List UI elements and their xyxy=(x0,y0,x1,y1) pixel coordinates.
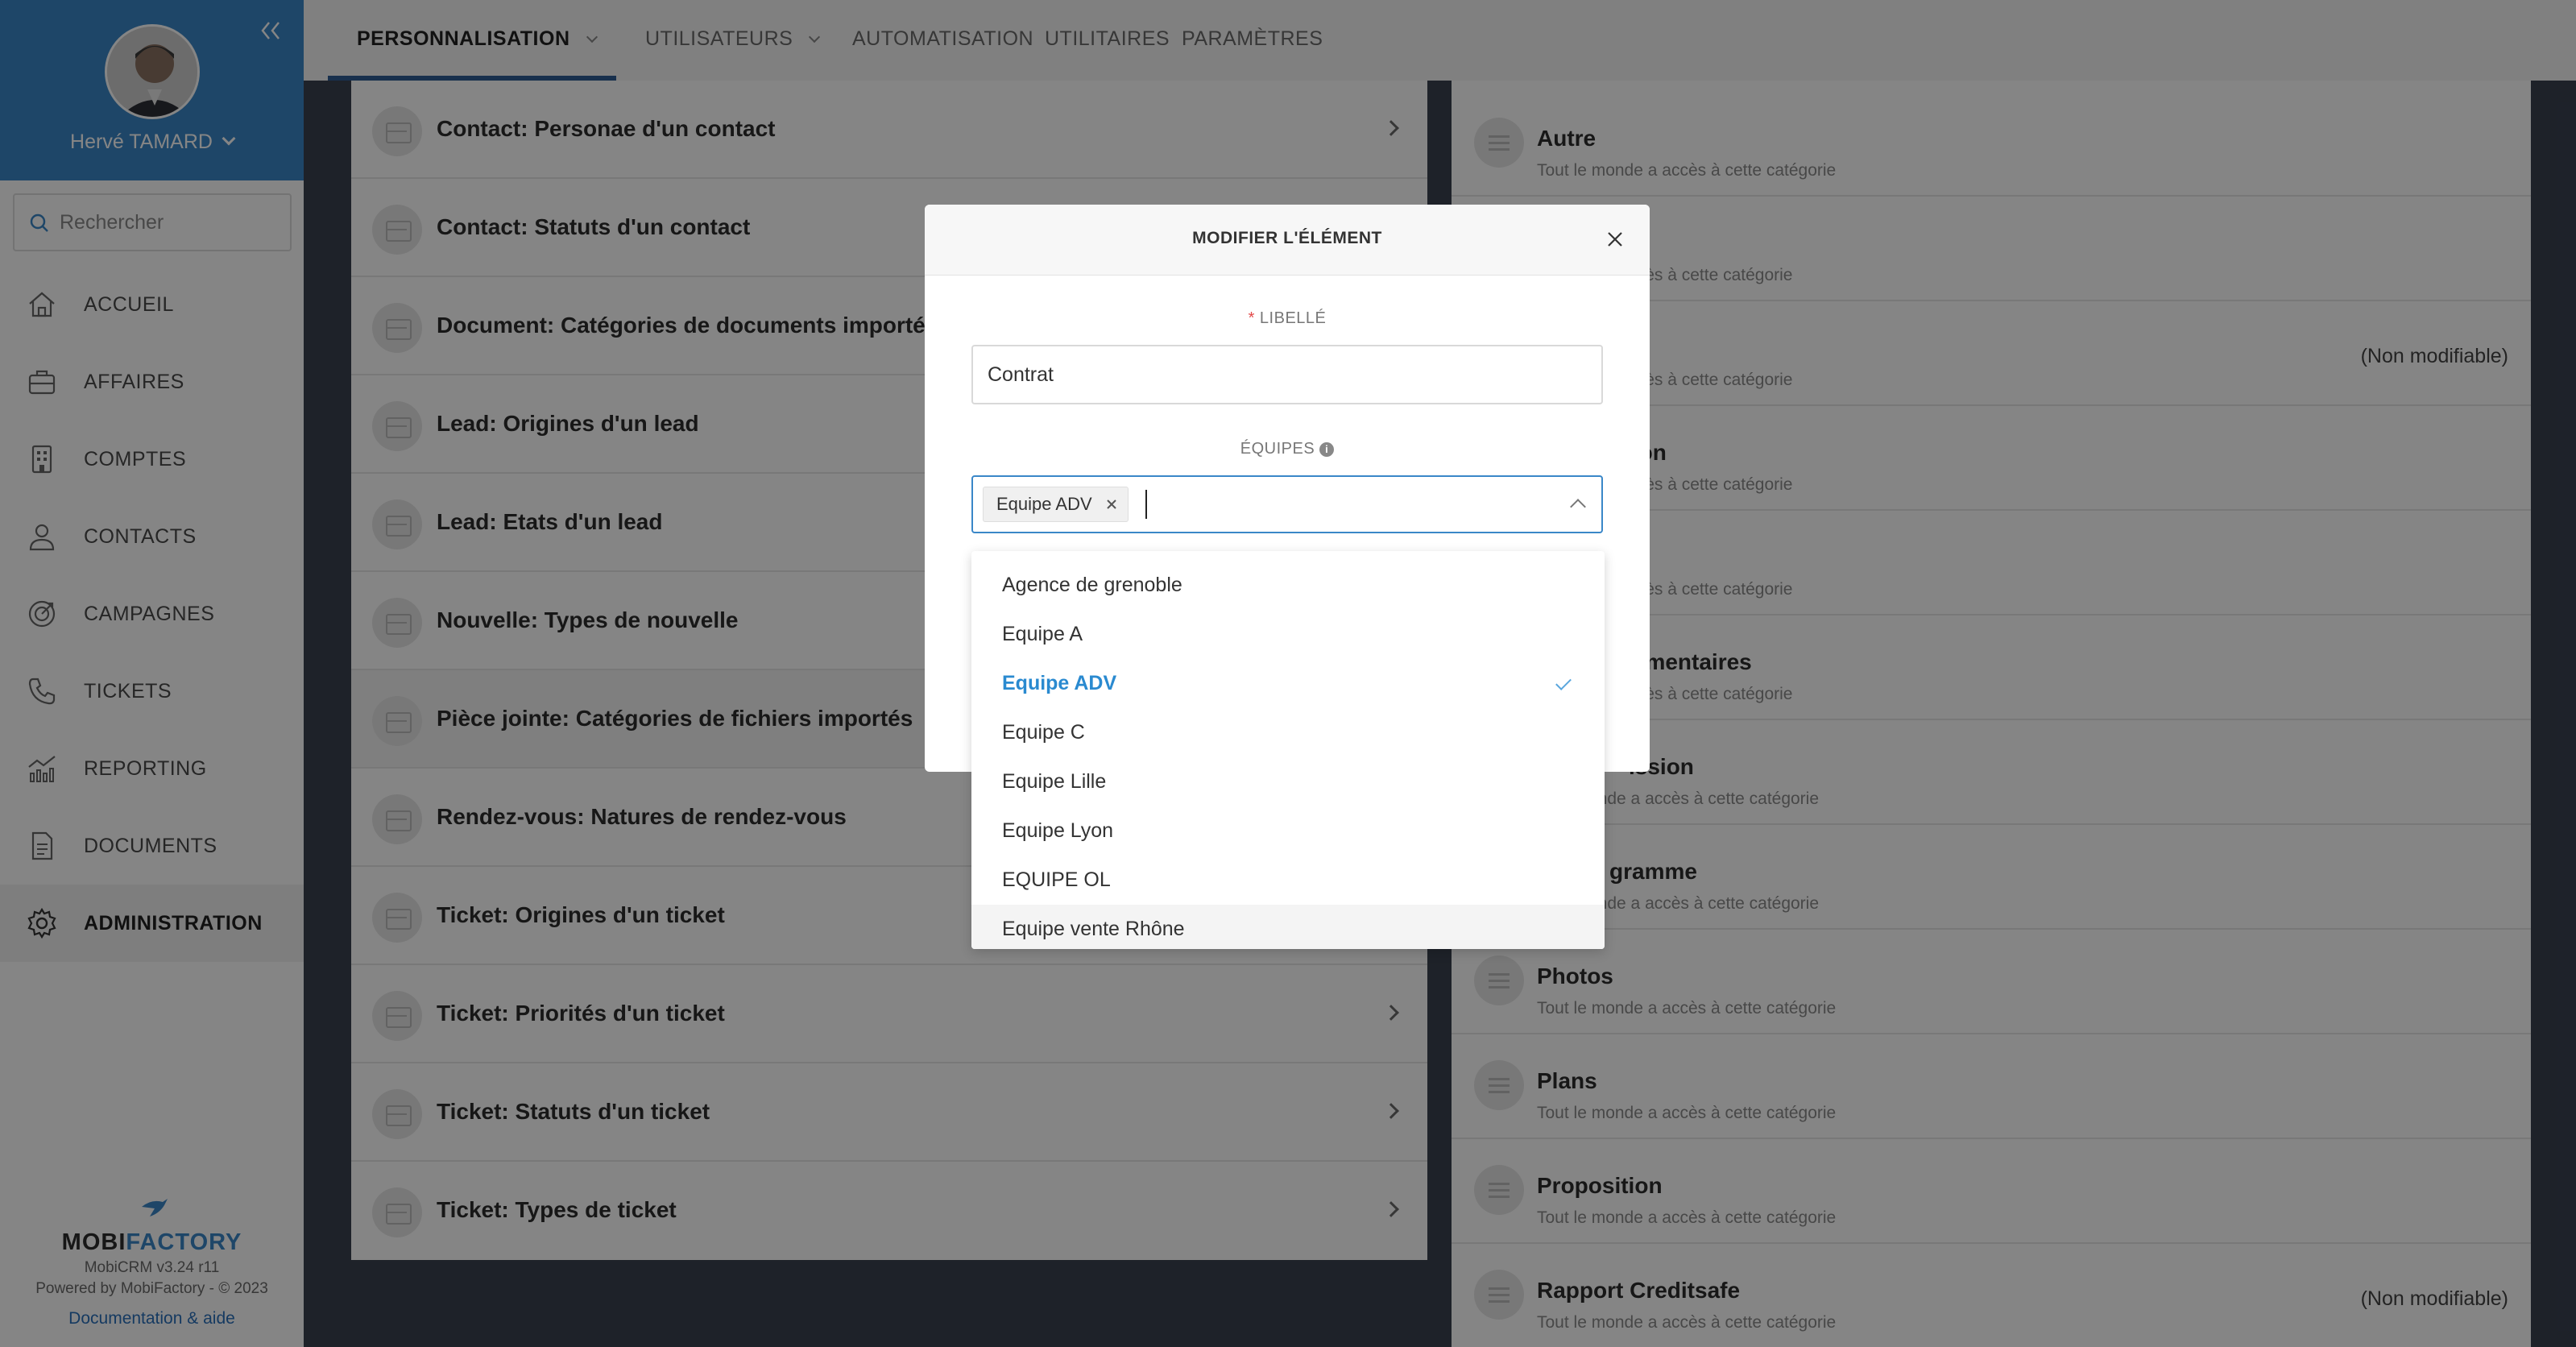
modal-title: MODIFIER L'ÉLÉMENT xyxy=(1192,229,1382,247)
dropdown-option[interactable]: EQUIPE OL xyxy=(971,856,1605,905)
check-icon xyxy=(1555,674,1572,690)
chevron-up-icon[interactable] xyxy=(1570,499,1586,515)
equipes-dropdown: Agence de grenoble Equipe A Equipe ADV E… xyxy=(971,551,1605,949)
close-icon[interactable] xyxy=(1601,226,1629,253)
dropdown-option[interactable]: Equipe Lyon xyxy=(971,806,1605,856)
dropdown-option[interactable]: Equipe C xyxy=(971,708,1605,757)
equipes-label: ÉQUIPES i xyxy=(925,440,1650,458)
info-icon[interactable]: i xyxy=(1319,442,1335,457)
dropdown-option-hovered[interactable]: Equipe vente Rhône xyxy=(971,905,1605,949)
libelle-field[interactable] xyxy=(971,345,1603,404)
remove-tag-icon[interactable] xyxy=(1104,496,1120,512)
libelle-label: * LIBELLÉ xyxy=(1248,309,1327,327)
tag-label: Equipe ADV xyxy=(996,494,1092,514)
modal-header: MODIFIER L'ÉLÉMENT xyxy=(925,205,1650,276)
dropdown-option-selected[interactable]: Equipe ADV xyxy=(971,659,1605,708)
dropdown-option[interactable]: Equipe A xyxy=(971,610,1605,659)
equipes-multiselect[interactable]: Equipe ADV xyxy=(971,475,1603,533)
selected-team-tag: Equipe ADV xyxy=(983,487,1129,522)
dropdown-option[interactable]: Equipe Lille xyxy=(971,757,1605,806)
text-cursor xyxy=(1145,490,1147,519)
required-marker: * xyxy=(1248,309,1255,327)
dropdown-option[interactable]: Agence de grenoble xyxy=(971,561,1605,610)
